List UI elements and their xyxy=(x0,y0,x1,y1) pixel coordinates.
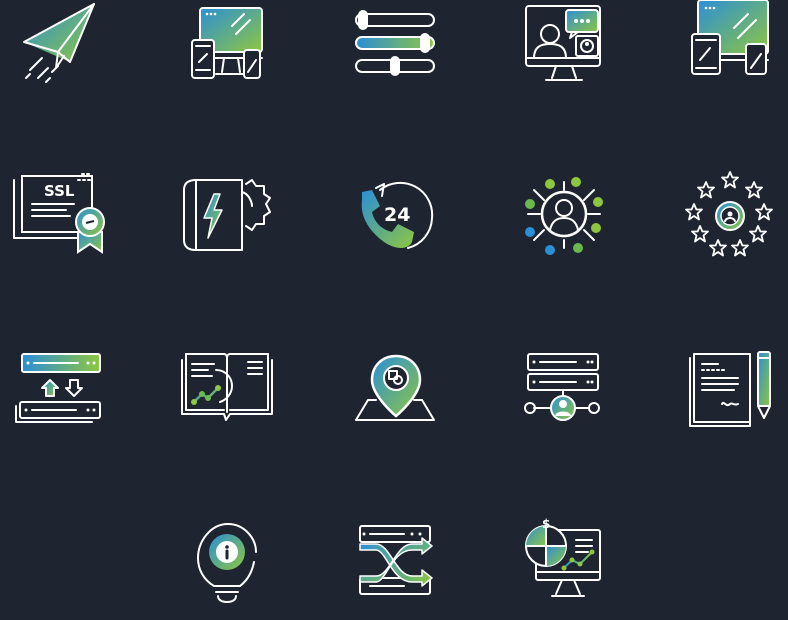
info-bulb-icon xyxy=(178,520,278,620)
finance-monitor-icon: $ xyxy=(516,517,616,618)
data-transfer-icon xyxy=(12,350,112,450)
sliders-icon xyxy=(346,0,446,100)
svg-text:SSL: SSL xyxy=(44,182,75,200)
responsive-devices-icon xyxy=(180,0,280,100)
ssl-certificate-icon: SSL xyxy=(10,170,110,270)
document-pen-icon xyxy=(686,346,786,446)
power-book-icon xyxy=(180,170,280,270)
svg-text:24: 24 xyxy=(384,204,410,226)
video-chat-icon xyxy=(514,0,614,100)
book-analytics-icon xyxy=(180,350,280,450)
support-24-icon: 24 xyxy=(348,170,448,270)
paper-plane-icon xyxy=(12,0,112,100)
user-network-icon xyxy=(514,170,614,270)
location-pin-icon xyxy=(348,350,448,450)
server-user-icon xyxy=(516,350,616,450)
shuffle-icon xyxy=(346,520,446,620)
svg-text:$: $ xyxy=(542,517,550,531)
star-rating-icon xyxy=(682,170,782,270)
multi-device-icon xyxy=(684,0,784,100)
